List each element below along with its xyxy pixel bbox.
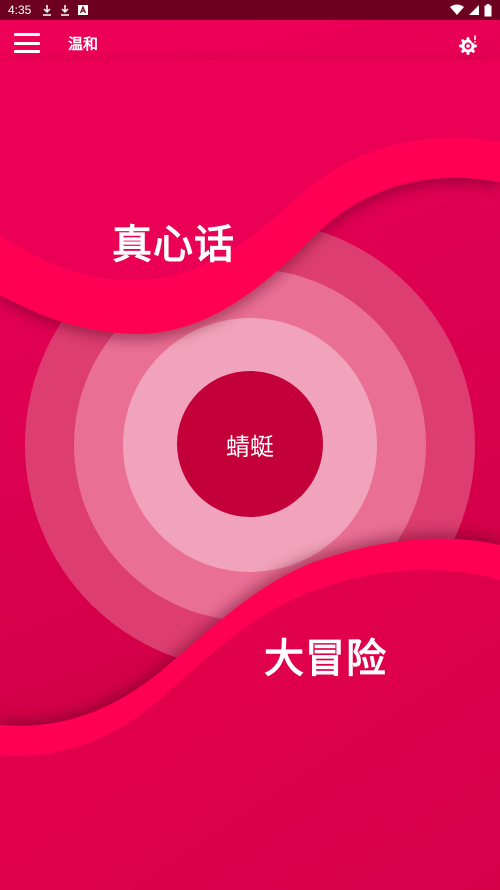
status-icons (450, 3, 492, 17)
app-bar: 温和 (0, 20, 500, 66)
dare-button[interactable]: 大冒险 (264, 626, 387, 684)
alert-badge-icon (470, 34, 480, 44)
truth-button[interactable]: 真心话 (112, 212, 235, 270)
download-icon (61, 5, 70, 16)
hamburger-menu-icon (14, 33, 40, 36)
menu-button[interactable] (14, 33, 40, 53)
download-icon (43, 5, 52, 16)
settings-button[interactable] (458, 34, 480, 56)
battery-icon (484, 3, 492, 16)
center-label: 蜻蜓 (226, 432, 274, 461)
app-screen: 4:35 温和 真心话 蜻蜓 大冒险 (0, 0, 500, 890)
spin-button[interactable]: 蜻蜓 (177, 371, 323, 517)
wifi-icon (450, 4, 464, 15)
signal-icon (469, 5, 479, 15)
accessibility-icon (78, 5, 89, 15)
status-time: 4:35 (8, 3, 32, 17)
status-bar: 4:35 (0, 0, 500, 20)
mode-title[interactable]: 温和 (68, 33, 98, 54)
